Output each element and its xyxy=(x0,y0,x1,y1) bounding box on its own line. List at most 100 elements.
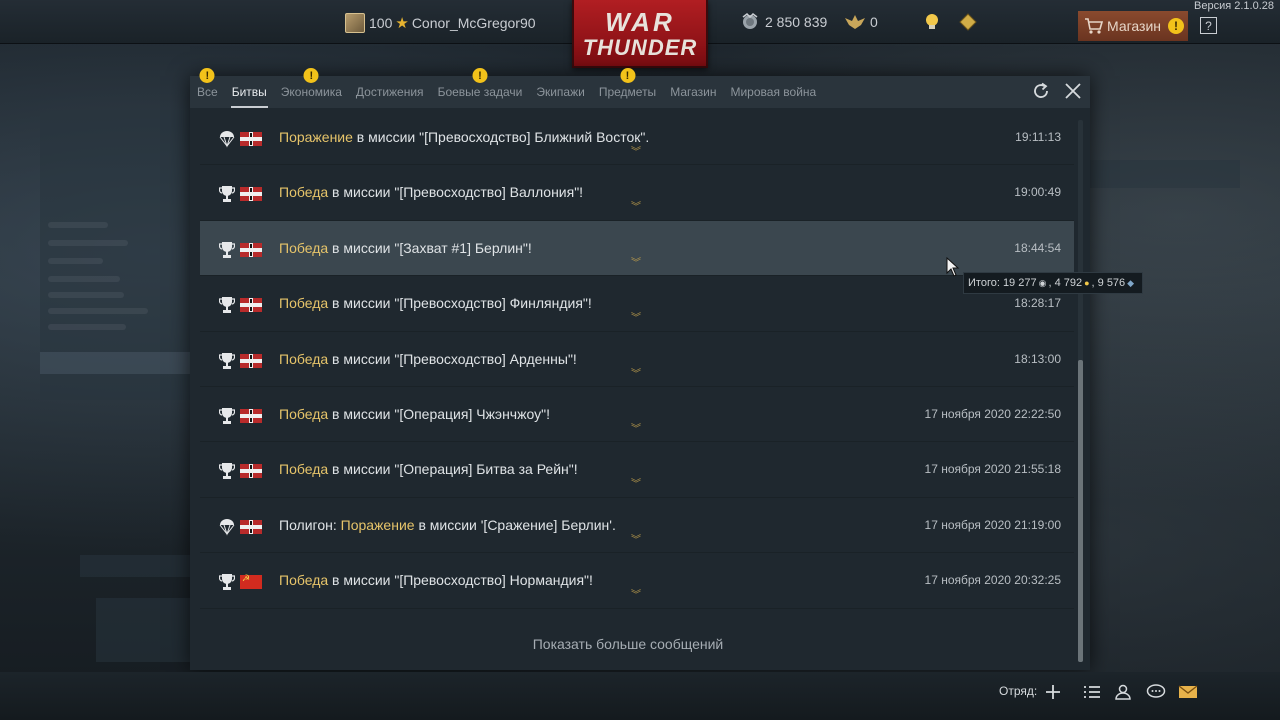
expand-chevron-icon[interactable]: ︾ xyxy=(631,258,641,269)
message-time: 19:11:13 xyxy=(1015,130,1061,144)
message-time: 18:13:00 xyxy=(1014,351,1061,366)
player-info[interactable]: 100 ★ Conor_McGregor90 xyxy=(345,13,536,33)
tab-world-war[interactable]: Мировая война xyxy=(723,76,823,108)
message-time: 17 ноября 2020 20:32:25 xyxy=(924,573,1061,588)
version-label: Версия 2.1.0.28 xyxy=(1194,0,1274,12)
expand-chevron-icon[interactable]: ︾ xyxy=(631,535,641,546)
message-row[interactable]: Победа в миссии "[Превосходство] Финлянд… xyxy=(200,276,1074,332)
message-row[interactable]: Победа в миссии "[Превосходство] Арденны… xyxy=(200,332,1074,387)
message-text: Победа в миссии "[Превосходство] Финлянд… xyxy=(279,295,592,312)
shopping-cart-icon xyxy=(1085,18,1104,34)
parachute-icon xyxy=(218,130,236,148)
tab-economy[interactable]: ! Экономика xyxy=(274,68,349,108)
mouse-cursor-icon xyxy=(946,257,960,277)
expand-chevron-icon[interactable]: ︾ xyxy=(631,148,641,158)
mail-icon[interactable] xyxy=(1178,682,1198,702)
message-row[interactable]: Победа в миссии "[Операция] Битва за Рей… xyxy=(200,442,1074,498)
silver-lions-value: 2 850 839 xyxy=(765,14,828,30)
warning-icon: ! xyxy=(620,68,635,83)
germany-flag-icon xyxy=(240,353,262,368)
close-icon[interactable] xyxy=(1064,82,1082,100)
scrollbar[interactable] xyxy=(1078,120,1083,662)
golden-eagles-value: 0 xyxy=(870,14,878,30)
tab-battle-tasks[interactable]: ! Боевые задачи xyxy=(431,68,530,108)
tab-achievements[interactable]: Достижения xyxy=(349,76,431,108)
convertible-rp-icon: ◆ xyxy=(1127,277,1135,288)
expand-chevron-icon[interactable]: ︾ xyxy=(631,369,641,380)
rank-icon xyxy=(345,13,365,33)
message-row[interactable]: Победа в миссии "[Операция] Чжэнчжоу"! 1… xyxy=(200,387,1074,443)
tab-battles[interactable]: Битвы xyxy=(225,76,274,108)
golden-eagles-balance[interactable]: 0 xyxy=(844,13,878,31)
message-text: Победа в миссии "[Превосходство] Арденны… xyxy=(279,350,577,367)
star-icon: ★ xyxy=(395,15,409,32)
research-points-icon: ● xyxy=(1084,278,1090,288)
ussr-flag-icon xyxy=(240,574,262,590)
premium-diamond-icon[interactable] xyxy=(957,11,979,33)
lightbulb-icon[interactable] xyxy=(921,11,943,33)
message-row[interactable]: Победа в миссии "[Превосходство] Валлони… xyxy=(200,165,1074,221)
germany-flag-icon xyxy=(240,132,262,146)
germany-flag-icon xyxy=(240,464,262,479)
expand-chevron-icon[interactable]: ︾ xyxy=(631,203,641,213)
help-button[interactable]: ? xyxy=(1200,17,1217,34)
message-row[interactable]: Поражение в миссии "[Превосходство] Ближ… xyxy=(200,110,1074,166)
contacts-icon[interactable] xyxy=(1113,682,1133,702)
expand-chevron-icon[interactable]: ︾ xyxy=(631,480,641,490)
parachute-icon xyxy=(218,518,236,536)
bottom-bar: Отряд: xyxy=(0,672,1280,720)
message-text: Победа в миссии "[Операция] Битва за Рей… xyxy=(279,461,578,478)
squad-label: Отряд: xyxy=(999,684,1038,698)
tooltip-total: Итого: 19 277 xyxy=(968,277,1037,289)
message-time: 19:00:49 xyxy=(1014,185,1061,200)
message-row[interactable]: Полигон: Поражение в миссии '[Сражение] … xyxy=(200,498,1074,554)
message-time: 17 ноября 2020 22:22:50 xyxy=(924,406,1061,421)
germany-flag-icon xyxy=(240,242,262,257)
player-rank: 100 xyxy=(369,15,393,31)
show-more-button[interactable]: Показать больше сообщений xyxy=(190,636,1090,652)
warning-icon: ! xyxy=(1168,18,1185,34)
message-time: 17 ноября 2020 21:55:18 xyxy=(924,462,1061,477)
shop-label: Магазин xyxy=(1107,18,1162,34)
germany-flag-icon xyxy=(240,408,262,423)
list-icon[interactable] xyxy=(1082,682,1102,702)
message-text: Победа в миссии "[Захват #1] Берлин"! xyxy=(279,239,532,256)
war-thunder-logo[interactable]: WAR THUNDER xyxy=(572,0,708,68)
add-squad-member-icon[interactable] xyxy=(1043,682,1063,702)
germany-flag-icon xyxy=(240,187,262,202)
tab-all[interactable]: ! Все xyxy=(190,68,225,108)
message-text: Полигон: Поражение в миссии '[Сражение] … xyxy=(279,516,616,533)
tab-crews[interactable]: Экипажи xyxy=(529,76,591,108)
silver-lion-icon: ◉ xyxy=(1038,277,1047,288)
message-row[interactable]: Победа в миссии "[Захват #1] Берлин"! 18… xyxy=(200,220,1074,277)
tab-shop[interactable]: Магазин xyxy=(663,76,723,108)
chat-icon[interactable] xyxy=(1146,682,1166,702)
shop-button[interactable]: Магазин ! xyxy=(1078,11,1188,41)
message-time: 18:44:54 xyxy=(1014,240,1061,255)
trophy-icon xyxy=(218,241,236,259)
tooltip-crp: , 9 576 xyxy=(1091,277,1126,289)
germany-flag-icon xyxy=(240,298,262,313)
silver-lion-icon xyxy=(742,13,758,29)
message-text: Победа в миссии "[Превосходство] Валлони… xyxy=(279,184,584,201)
silver-lions-balance[interactable]: 2 850 839 xyxy=(740,13,827,31)
warning-icon: ! xyxy=(472,68,488,83)
trophy-icon xyxy=(218,573,236,591)
message-time: 17 ноября 2020 21:19:00 xyxy=(924,517,1061,532)
message-row[interactable]: Победа в миссии "[Превосходство] Норманд… xyxy=(200,553,1074,609)
germany-flag-icon xyxy=(240,519,262,534)
warning-icon: ! xyxy=(199,68,215,83)
log-tabs: ! Все Битвы ! Экономика Достижения ! Бое… xyxy=(190,68,1090,108)
trophy-icon xyxy=(218,462,236,480)
tooltip-rp: , 4 792 xyxy=(1048,277,1083,289)
expand-chevron-icon[interactable]: ︾ xyxy=(631,424,641,435)
refresh-icon[interactable] xyxy=(1032,82,1050,100)
trophy-icon xyxy=(218,407,236,425)
scrollbar-thumb[interactable] xyxy=(1078,360,1083,662)
warning-icon: ! xyxy=(303,68,319,83)
message-text: Победа в миссии "[Превосходство] Норманд… xyxy=(279,572,593,589)
expand-chevron-icon[interactable]: ︾ xyxy=(631,314,641,324)
golden-eagle-icon xyxy=(845,15,865,29)
expand-chevron-icon[interactable]: ︾ xyxy=(631,591,641,601)
tab-items[interactable]: ! Предметы xyxy=(592,68,663,108)
